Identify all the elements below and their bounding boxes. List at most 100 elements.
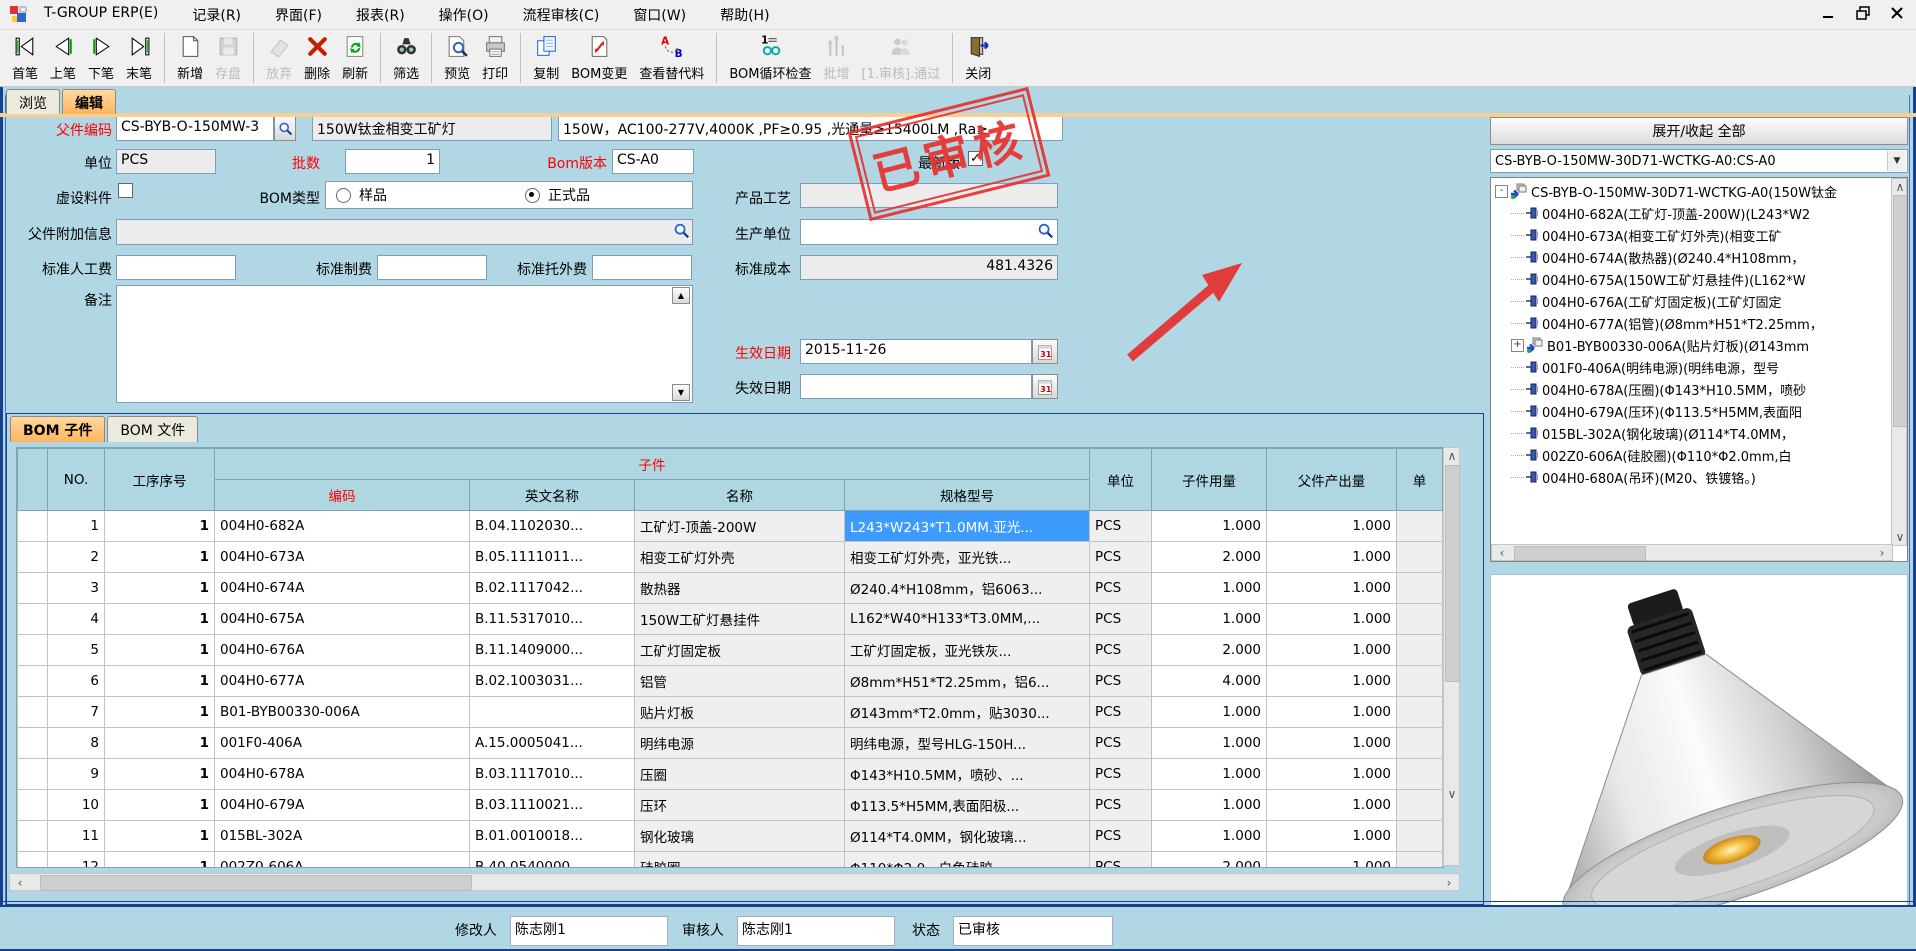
table-cell[interactable]: 1.000 <box>1267 697 1397 728</box>
table-row[interactable]: 101004H0-679AB.03.1110021...压环Φ113.5*H5M… <box>18 790 1443 821</box>
expire-date-field[interactable] <box>800 374 1032 399</box>
table-cell[interactable]: PCS <box>1090 790 1152 821</box>
table-cell[interactable] <box>1397 852 1443 869</box>
table-cell[interactable]: PCS <box>1090 728 1152 759</box>
table-cell[interactable]: 明纬电源 <box>635 728 845 759</box>
row-selector-cell[interactable] <box>18 728 48 759</box>
table-cell[interactable]: 压圈 <box>635 759 845 790</box>
table-cell[interactable]: 钢化玻璃 <box>635 821 845 852</box>
menu-item[interactable]: 帮助(H) <box>720 5 769 25</box>
table-cell[interactable]: 12 <box>48 852 105 869</box>
scroll-right-icon[interactable]: › <box>1874 545 1890 561</box>
table-cell[interactable]: 1 <box>105 759 215 790</box>
menu-item[interactable]: 报表(R) <box>356 5 405 25</box>
table-cell[interactable]: 9 <box>48 759 105 790</box>
table-cell[interactable]: 8 <box>48 728 105 759</box>
table-cell[interactable]: PCS <box>1090 604 1152 635</box>
row-selector-cell[interactable] <box>18 852 48 869</box>
table-row[interactable]: 91004H0-678AB.03.1117010...压圈Φ143*H10.5M… <box>18 759 1443 790</box>
table-cell[interactable]: 1.000 <box>1267 604 1397 635</box>
table-vscroll-thumb[interactable] <box>1445 465 1460 682</box>
table-cell[interactable] <box>1397 542 1443 573</box>
toolbar-button-delete[interactable]: 删除 <box>298 33 336 83</box>
radio-sample[interactable] <box>336 188 351 203</box>
table-cell[interactable]: B.11.5317010... <box>470 604 635 635</box>
table-cell[interactable] <box>1397 511 1443 542</box>
std-outsource-field[interactable] <box>592 255 692 280</box>
toolbar-button-preview[interactable]: 预览 <box>438 33 476 83</box>
table-cell[interactable]: 2 <box>48 542 105 573</box>
table-cell[interactable]: Φ110*Φ2.0，白色硅胶... <box>845 852 1090 869</box>
std-labor-field[interactable] <box>116 255 236 280</box>
table-cell[interactable]: 1 <box>105 790 215 821</box>
table-cell[interactable]: Ø8mm*H51*T2.25mm，铝6... <box>845 666 1090 697</box>
table-cell[interactable]: 1.000 <box>1152 511 1267 542</box>
table-hscrollbar[interactable]: ‹ › <box>9 873 1460 891</box>
close-icon[interactable] <box>1888 4 1906 22</box>
table-cell[interactable]: 贴片灯板 <box>635 697 845 728</box>
table-cell[interactable]: PCS <box>1090 697 1152 728</box>
table-cell[interactable]: 004H0-675A <box>215 604 470 635</box>
table-cell[interactable]: 1 <box>105 604 215 635</box>
table-cell[interactable] <box>470 697 635 728</box>
table-row[interactable]: 121002Z0-606AB.40.0540000...硅胶圈Φ110*Φ2.0… <box>18 852 1443 869</box>
tree-vscrollbar[interactable]: ∧ ∨ <box>1891 178 1907 546</box>
table-row[interactable]: 21004H0-673AB.05.1111011...相变工矿灯外壳相变工矿灯外… <box>18 542 1443 573</box>
toolbar-button-print[interactable]: 打印 <box>476 33 514 83</box>
table-cell[interactable]: 压环 <box>635 790 845 821</box>
radio-formal[interactable] <box>525 188 540 203</box>
scroll-left-icon[interactable]: ‹ <box>1494 545 1510 561</box>
virtual-part-checkbox[interactable] <box>118 183 133 198</box>
tree-item[interactable]: -CS-BYB-O-150MW-30D71-WCTKG-A0(150W钛金 <box>1493 180 1907 202</box>
table-cell[interactable]: 004H0-674A <box>215 573 470 604</box>
table-cell[interactable]: Ø114*T4.0MM，钢化玻璃... <box>845 821 1090 852</box>
bom-tab-inactive[interactable]: BOM 文件 <box>107 416 198 442</box>
table-cell[interactable]: 015BL-302A <box>215 821 470 852</box>
table-cell[interactable]: Ø143mm*T2.0mm，贴3030... <box>845 697 1090 728</box>
table-cell[interactable]: PCS <box>1090 821 1152 852</box>
table-cell[interactable]: 散热器 <box>635 573 845 604</box>
table-cell[interactable]: 004H0-677A <box>215 666 470 697</box>
table-cell[interactable]: 工矿灯-顶盖-200W <box>635 511 845 542</box>
table-cell[interactable]: 1 <box>105 852 215 869</box>
tree-vscroll-thumb[interactable] <box>1893 195 1907 427</box>
toolbar-button-refresh[interactable]: 刷新 <box>336 33 374 83</box>
table-cell[interactable]: PCS <box>1090 635 1152 666</box>
menu-item[interactable]: 界面(F) <box>275 5 322 25</box>
table-cell[interactable]: B01-BYB00330-006A <box>215 697 470 728</box>
table-cell[interactable] <box>1397 604 1443 635</box>
table-cell[interactable]: B.03.1110021... <box>470 790 635 821</box>
toolbar-button-copy[interactable]: 复制 <box>527 33 565 83</box>
table-cell[interactable]: B.40.0540000... <box>470 852 635 869</box>
table-cell[interactable]: 相变工矿灯外壳，亚光铁... <box>845 542 1090 573</box>
table-cell[interactable]: 1 <box>105 821 215 852</box>
toolbar-button-next-record[interactable]: 下笔 <box>82 33 120 83</box>
row-selector-cell[interactable] <box>18 697 48 728</box>
std-make-field[interactable] <box>377 255 487 280</box>
tree-item[interactable]: 004H0-675A(150W工矿灯悬挂件)(L162*W <box>1493 268 1907 290</box>
table-cell[interactable]: 002Z0-606A <box>215 852 470 869</box>
table-cell[interactable] <box>1397 759 1443 790</box>
scroll-down-icon[interactable]: ∨ <box>1892 529 1908 545</box>
scroll-up-icon[interactable]: ∧ <box>1892 179 1908 195</box>
row-selector-cell[interactable] <box>18 635 48 666</box>
table-row[interactable]: 81001F0-406AA.15.0005041...明纬电源明纬电源，型号HL… <box>18 728 1443 759</box>
table-cell[interactable]: 150W工矿灯悬挂件 <box>635 604 845 635</box>
table-cell[interactable]: 004H0-678A <box>215 759 470 790</box>
table-row[interactable]: 111015BL-302AB.01.0010018...钢化玻璃Ø114*T4.… <box>18 821 1443 852</box>
table-cell[interactable]: 1 <box>105 542 215 573</box>
table-cell[interactable]: B.04.1102030... <box>470 511 635 542</box>
table-cell[interactable]: 4 <box>48 604 105 635</box>
table-cell[interactable]: 1.000 <box>1267 573 1397 604</box>
prod-unit-field[interactable] <box>800 219 1058 245</box>
table-cell[interactable]: B.02.1003031... <box>470 666 635 697</box>
table-cell[interactable]: L243*W243*T1.0MM.亚光... <box>845 511 1090 542</box>
toolbar-button-bom-change[interactable]: BOM变更 <box>565 33 633 83</box>
menu-item[interactable]: 操作(O) <box>439 5 489 25</box>
scroll-right-icon[interactable]: › <box>1441 875 1457 891</box>
table-row[interactable]: 51004H0-676AB.11.1409000...工矿灯固定板工矿灯固定板，… <box>18 635 1443 666</box>
table-cell[interactable]: 1 <box>105 666 215 697</box>
table-cell[interactable]: 1 <box>105 573 215 604</box>
table-cell[interactable] <box>1397 728 1443 759</box>
row-selector-cell[interactable] <box>18 666 48 697</box>
